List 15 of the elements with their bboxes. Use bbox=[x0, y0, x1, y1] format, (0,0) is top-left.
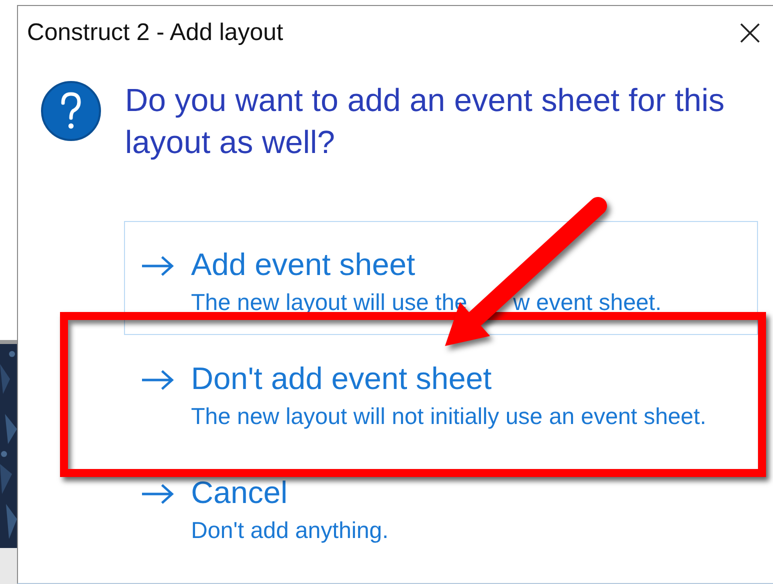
arrow-icon bbox=[141, 483, 175, 505]
arrow-icon bbox=[141, 369, 175, 391]
question-text: Do you want to add an event sheet for this layout as well? bbox=[125, 81, 725, 162]
link-title: Add event sheet bbox=[191, 247, 416, 283]
command-link[interactable]: Don't add event sheet The new layout will not initially use an event sheet. bbox=[124, 335, 758, 449]
link-title: Don't add event sheet bbox=[191, 361, 493, 397]
command-link[interactable]: Cancel Don't add anything. bbox=[124, 449, 758, 563]
arrow-icon bbox=[141, 255, 175, 277]
close-icon[interactable] bbox=[739, 22, 761, 44]
window-title: Construct 2 - Add layout bbox=[27, 19, 284, 47]
link-description: The new layout will not initially use an event sheet. bbox=[191, 402, 706, 430]
question-icon bbox=[41, 81, 101, 141]
link-description: w event sheet. bbox=[513, 288, 662, 316]
link-title: Cancel bbox=[191, 475, 288, 511]
link-description: Don't add anything. bbox=[191, 516, 388, 544]
